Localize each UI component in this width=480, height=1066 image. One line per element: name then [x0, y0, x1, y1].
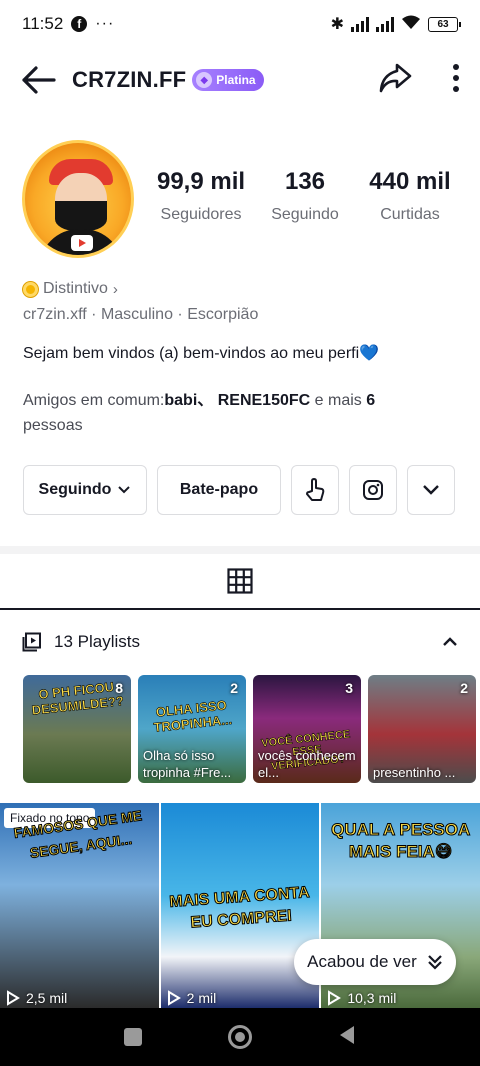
- chevron-down-icon: [118, 486, 131, 494]
- recents-icon[interactable]: [124, 1028, 142, 1046]
- playlist-count: 2: [230, 680, 238, 696]
- signal-icon: [351, 16, 369, 32]
- stat-label: Seguidores: [160, 206, 242, 223]
- profile-stats: 99,9 mil Seguidores 136 Seguindo 440 mil…: [152, 168, 460, 224]
- more-options-icon[interactable]: [452, 63, 460, 98]
- views-count: 2,5 mil: [26, 990, 68, 1006]
- friends-mid: e mais: [310, 392, 367, 409]
- video-card[interactable]: MAIS UMA CONTA EU COMPREI 2 mil: [160, 803, 320, 1008]
- tab-videos-grid[interactable]: [0, 554, 480, 610]
- double-chevron-down-icon: [428, 955, 442, 970]
- playlist-count: 8: [115, 680, 123, 696]
- video-views: 2,5 mil: [6, 990, 67, 1006]
- back-arrow-icon[interactable]: [20, 61, 58, 99]
- share-icon[interactable]: [378, 62, 412, 99]
- system-nav-bar: [0, 1008, 480, 1066]
- more-notifications-icon: ···: [95, 15, 115, 32]
- battery-icon: 63: [428, 16, 461, 32]
- hand-tap-icon: [306, 478, 325, 501]
- battery-level: 63: [437, 18, 449, 30]
- video-title: QUAL A PESSOA MAIS FEIA😅: [331, 820, 471, 862]
- stat-label: Curtidas: [380, 206, 440, 223]
- distintivo-label: Distintivo: [43, 280, 108, 297]
- views-count: 10,3 mil: [347, 990, 397, 1006]
- playlist-icon: [22, 632, 41, 652]
- play-icon: [167, 990, 181, 1006]
- mutual-friends[interactable]: Amigos em comum:babi、 RENE150FC e mais 6…: [23, 388, 463, 438]
- grid-icon: [227, 568, 253, 594]
- following-label: Seguindo: [38, 481, 112, 498]
- badge-icon: ◆: [196, 72, 213, 88]
- playlist-card[interactable]: OLHA ISSO TROPINHA... 2 Olha só isso tro…: [138, 675, 246, 783]
- video-card[interactable]: Fixado no topo FAMOSOS QUE ME SEGUE, AQU…: [0, 803, 159, 1008]
- instagram-button[interactable]: [349, 465, 397, 515]
- stat-followers[interactable]: 99,9 mil Seguidores: [152, 168, 250, 224]
- profile-summary: 99,9 mil Seguidores 136 Seguindo 440 mil…: [22, 140, 458, 260]
- playlist-caption: Olha só isso tropinha #Fre...: [143, 748, 232, 780]
- chevron-down-icon: [423, 485, 439, 495]
- wifi-icon: [401, 14, 421, 35]
- just-watched-button[interactable]: Acabou de ver: [294, 939, 456, 985]
- following-button[interactable]: Seguindo: [23, 465, 147, 515]
- stat-label: Seguindo: [271, 206, 339, 223]
- views-count: 2 mil: [186, 990, 217, 1006]
- divider: [0, 546, 480, 554]
- friends-names: babi、 RENE150FC: [164, 392, 311, 409]
- playlist-title: OLHA ISSO TROPINHA...: [152, 697, 233, 736]
- chat-label: Bate-papo: [179, 481, 259, 498]
- back-icon[interactable]: [338, 1025, 356, 1050]
- video-views: 10,3 mil: [327, 990, 396, 1006]
- play-icon: [328, 990, 342, 1006]
- friends-prefix: Amigos em comum:: [23, 392, 165, 409]
- video-views: 2 mil: [167, 990, 217, 1006]
- home-icon[interactable]: [228, 1025, 252, 1049]
- expand-suggestions-button[interactable]: [407, 465, 455, 515]
- badge-label: Platina: [216, 73, 256, 87]
- platinum-badge[interactable]: ◆ Platina: [192, 69, 264, 91]
- playlist-caption: presentinho ...: [373, 765, 456, 780]
- stat-value: 136: [284, 168, 326, 195]
- friends-count: 6: [366, 392, 376, 409]
- play-icon: [7, 990, 20, 1006]
- playlist-caption: vocês conhecem el...: [258, 748, 356, 780]
- status-bar: 11:52 f ··· ✱ 63: [0, 0, 480, 48]
- username: CR7ZIN.FF: [72, 67, 187, 92]
- chevron-right-icon: ›: [112, 280, 118, 298]
- playlist-card[interactable]: O PH FICOU DESUMILDE?? 8: [23, 675, 131, 783]
- chevron-up-icon[interactable]: [442, 637, 458, 647]
- instagram-icon: [363, 480, 383, 500]
- profile-meta: cr7zin.xff · Masculino · Escorpião: [23, 306, 259, 323]
- playlist-card[interactable]: 2 presentinho ...: [368, 675, 476, 783]
- signal-icon-2: [376, 16, 394, 32]
- stat-value: 440 mil: [369, 168, 451, 195]
- playlist-title: [374, 696, 469, 706]
- poke-button[interactable]: [291, 465, 339, 515]
- playlists-header[interactable]: 13 Playlists: [22, 624, 458, 660]
- video-title: MAIS UMA CONTA EU COMPREI: [168, 884, 310, 932]
- bluetooth-icon: ✱: [330, 16, 344, 33]
- profile-header: CR7ZIN.FF ◆ Platina: [0, 52, 480, 108]
- playlist-title: O PH FICOU DESUMILDE??: [31, 679, 125, 718]
- stat-following[interactable]: 136 Seguindo: [250, 168, 360, 224]
- profile-bio: Sejam bem vindos (a) bem-vindos ao meu p…: [23, 345, 380, 362]
- playlist-card[interactable]: VOCÊ CONHECE ESSE VERIFICADO? 3 vocês co…: [253, 675, 361, 783]
- avatar[interactable]: [22, 140, 134, 258]
- distintivo-link[interactable]: Distintivo ›: [23, 280, 118, 298]
- stat-likes[interactable]: 440 mil Curtidas: [360, 168, 460, 224]
- playlist-count: 2: [460, 680, 468, 696]
- live-icon: [71, 235, 93, 251]
- chat-button[interactable]: Bate-papo: [157, 465, 281, 515]
- action-buttons: Seguindo Bate-papo: [23, 465, 455, 515]
- facebook-icon: f: [71, 16, 88, 32]
- just-watched-label: Acabou de ver: [307, 952, 417, 971]
- playlists-row: O PH FICOU DESUMILDE?? 8 OLHA ISSO TROPI…: [23, 675, 476, 783]
- badge-medal-icon: [23, 281, 38, 297]
- stat-value: 99,9 mil: [156, 168, 246, 195]
- playlist-count: 3: [345, 680, 353, 696]
- status-time: 11:52: [22, 14, 64, 33]
- playlists-count: 13 Playlists: [54, 632, 140, 651]
- friends-suffix: pessoas: [23, 417, 83, 434]
